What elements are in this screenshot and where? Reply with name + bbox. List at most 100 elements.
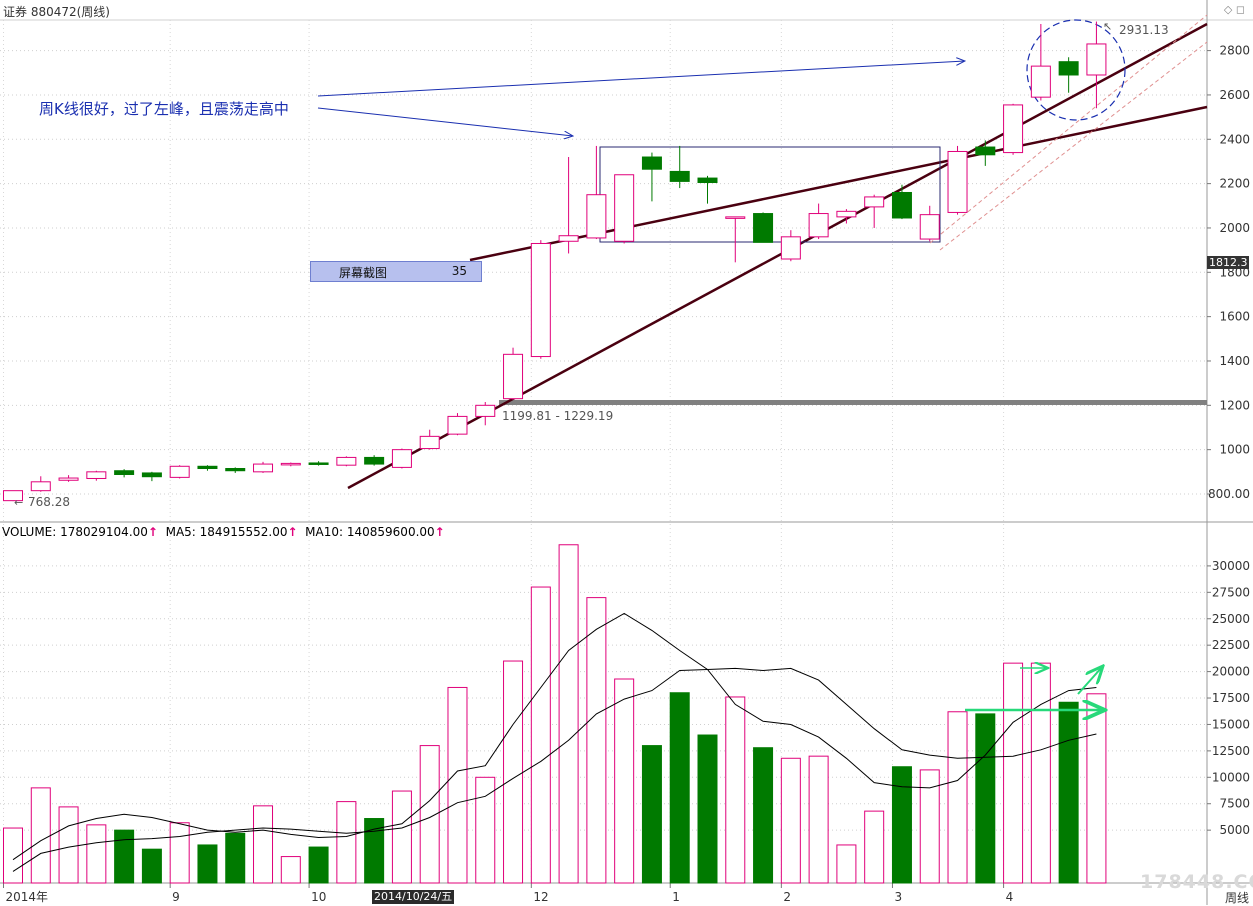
volume-bar: [891, 766, 912, 884]
price-tick-label: 1000: [1219, 443, 1250, 457]
candle-body: [919, 214, 940, 240]
volume-bar: [447, 686, 468, 884]
volume-bar: [919, 769, 940, 884]
support-band: [499, 400, 1207, 405]
volume-bar: [391, 790, 412, 884]
volume-bar: [530, 586, 551, 884]
volume-bar: [30, 787, 51, 884]
ma5-label: MA5: 184915552.00: [165, 525, 288, 539]
volume-bar: [336, 801, 357, 884]
note-arrow-upper: [317, 61, 965, 97]
annotation-note: 周K线很好，过了左峰，且震荡走高中: [39, 100, 289, 118]
volume-bar: [86, 824, 107, 884]
candle-body: [864, 196, 885, 208]
volume-label: VOLUME: 178029104.00: [2, 525, 148, 539]
price-tick-label: 2200: [1219, 177, 1250, 191]
volume-bar: [808, 755, 829, 884]
volume-tick-label: 15000: [1212, 717, 1250, 731]
volume-bar: [169, 822, 190, 884]
chart-canvas: 800.001000120014001600180020002200240026…: [0, 0, 1253, 905]
cursor-date-label: 2014/10/24/五: [372, 890, 455, 904]
time-tick-label: 2014年: [6, 890, 49, 904]
ma10-arrow-icon: ↑: [434, 525, 445, 539]
low-value-label: 768.28: [28, 495, 70, 509]
volume-tick-label: 17500: [1212, 691, 1250, 705]
time-tick-label: 9: [172, 890, 180, 904]
candle-body: [947, 150, 968, 213]
ma5-arrow-icon: ↑: [287, 525, 298, 539]
high-value-label: 2931.13: [1119, 23, 1169, 37]
volume-tick-label: 10000: [1212, 770, 1250, 784]
candle-body: [697, 177, 718, 184]
candle-body: [780, 236, 801, 260]
candle-body: [1086, 43, 1107, 76]
candle-body: [1058, 61, 1079, 76]
candle-body: [530, 242, 551, 358]
drawn-trendlines: [317, 14, 1208, 710]
volume-tick-label: 12500: [1212, 744, 1250, 758]
candle-body: [336, 456, 357, 466]
range-value-label: 1199.81 - 1229.19: [502, 409, 613, 423]
time-tick-label: 4: [1006, 890, 1014, 904]
candle-body: [975, 146, 996, 156]
channel-upper-line: [929, 14, 1208, 244]
volume-bar: [58, 806, 79, 884]
candle-body: [86, 471, 107, 479]
volume-bar: [280, 856, 301, 884]
price-tick-label: 1400: [1219, 354, 1250, 368]
candle-body: [58, 477, 79, 481]
price-tick-label: 1200: [1219, 398, 1250, 412]
volume-bar: [308, 846, 329, 884]
volume-bar: [253, 805, 274, 884]
volume-bar: [947, 711, 968, 884]
candle-body: [669, 170, 690, 182]
price-axis: 800.001000120014001600180020002200240026…: [1207, 44, 1250, 501]
candle-body: [891, 191, 912, 219]
candle-body: [475, 404, 496, 417]
volume-tick-label: 27500: [1212, 585, 1250, 599]
time-tick-label: 10: [311, 890, 326, 904]
window-controls[interactable]: ◇ ◻: [1224, 3, 1245, 16]
screenshot-box[interactable]: 屏幕截图 35: [310, 261, 482, 282]
volume-bar: [114, 829, 135, 884]
time-tick-label: 2: [783, 890, 791, 904]
candle-body: [169, 465, 190, 478]
annotation-overlay: 2931.13 ↖ 768.28 ← 1199.81 - 1229.19: [14, 20, 1169, 509]
candle-body: [641, 156, 662, 170]
volume-bar: [780, 757, 801, 884]
candle-body: [447, 415, 468, 435]
screenshot-box-value: 35: [451, 264, 467, 278]
price-tick-label: 2600: [1219, 88, 1250, 102]
candlesticks: [3, 21, 1107, 502]
volume-bar: [1086, 693, 1107, 884]
candle-body: [836, 210, 857, 218]
current-price-tag: 1812.3: [1207, 256, 1249, 269]
volume-bar: [975, 713, 996, 884]
price-tick-label: 1600: [1219, 310, 1250, 324]
screenshot-box-label: 屏幕截图: [339, 266, 388, 280]
volume-tick-label: 30000: [1212, 559, 1250, 573]
volume-bar: [669, 692, 690, 884]
volume-bar: [1058, 701, 1079, 884]
candle-body: [225, 468, 246, 472]
candle-body: [558, 235, 579, 242]
volume-info: VOLUME: 178029104.00↑ MA5: 184915552.00↑…: [2, 525, 445, 539]
price-tick-label: 2800: [1219, 44, 1250, 58]
candle-body: [391, 449, 412, 468]
chart-title: 证券 880472(周线): [3, 5, 110, 19]
price-tick-label: 800.00: [1208, 487, 1250, 501]
candle-body: [114, 470, 135, 475]
volume-arrow-icon: ↑: [147, 525, 158, 539]
volume-tick-label: 7500: [1219, 797, 1250, 811]
volume-bar: [614, 678, 635, 884]
time-tick-label: 12: [533, 890, 548, 904]
volume-bar: [864, 810, 885, 884]
volume-bar: [141, 848, 162, 884]
volume-bar: [641, 745, 662, 884]
period-label[interactable]: 周线: [1225, 889, 1249, 906]
candle-body: [364, 456, 385, 465]
candle-body: [280, 462, 301, 466]
volume-tick-label: 22500: [1212, 638, 1250, 652]
candle-body: [1030, 65, 1051, 98]
candle-body: [253, 463, 274, 473]
